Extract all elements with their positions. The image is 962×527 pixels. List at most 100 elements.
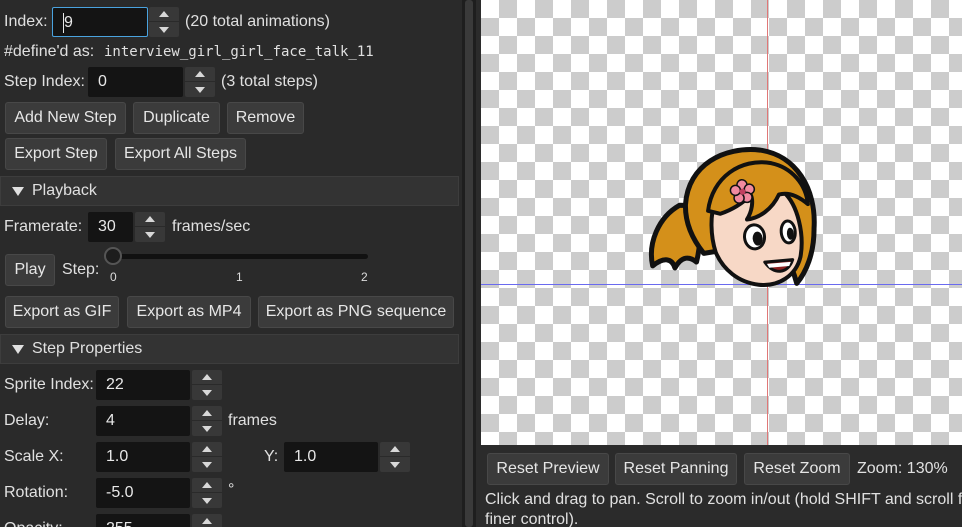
scale-y-label: Y:	[264, 448, 279, 465]
scale-y-stepper[interactable]	[380, 442, 410, 472]
sprite-index-stepper[interactable]	[192, 370, 222, 400]
delay-label: Delay:	[4, 412, 50, 429]
panel-scrollbar[interactable]	[462, 0, 476, 527]
defined-as-label: #define'd as:	[4, 43, 95, 60]
playback-section-title: Playback	[32, 182, 97, 199]
step-index-stepper[interactable]	[185, 67, 215, 97]
delay-increment-button[interactable]	[192, 406, 222, 421]
total-animations-text: (20 total animations)	[185, 13, 330, 30]
index-increment-button[interactable]	[149, 7, 179, 22]
opacity-input[interactable]: 255	[96, 514, 190, 527]
step-index-input[interactable]: 0	[88, 67, 183, 97]
export-all-steps-button[interactable]: Export All Steps	[115, 138, 246, 170]
step-index-decrement-button[interactable]	[185, 82, 215, 97]
index-label: Index:	[4, 13, 48, 30]
scale-x-decrement-button[interactable]	[192, 457, 222, 472]
index-input[interactable]: 9	[52, 7, 148, 37]
reset-zoom-button[interactable]: Reset Zoom	[744, 453, 850, 485]
arrow-down-icon	[202, 497, 212, 504]
rotation-value: -5.0	[106, 484, 134, 501]
help-text-line-1: Click and drag to pan. Scroll to zoom in…	[485, 491, 962, 508]
sprite-index-value: 22	[106, 376, 124, 393]
sprite-index-label: Sprite Index:	[4, 376, 94, 393]
add-new-step-button[interactable]: Add New Step	[5, 102, 126, 134]
arrow-down-icon	[195, 86, 205, 93]
scale-y-increment-button[interactable]	[380, 442, 410, 457]
export-png-sequence-button[interactable]: Export as PNG sequence	[258, 296, 454, 328]
opacity-value: 255	[106, 519, 133, 527]
play-button[interactable]: Play	[5, 254, 55, 286]
opacity-increment-button[interactable]	[192, 514, 222, 527]
step-properties-section-header[interactable]: Step Properties	[0, 334, 459, 364]
delay-decrement-button[interactable]	[192, 421, 222, 436]
scale-x-increment-button[interactable]	[192, 442, 222, 457]
sprite-preview-girl-face	[649, 147, 817, 287]
index-value: 9	[63, 13, 73, 33]
framerate-decrement-button[interactable]	[135, 227, 165, 242]
framerate-value: 30	[98, 218, 116, 235]
opacity-label: Opacity:	[4, 519, 63, 527]
rotation-label: Rotation:	[4, 484, 69, 501]
delay-input[interactable]: 4	[96, 406, 190, 436]
reset-panning-button[interactable]: Reset Panning	[615, 453, 737, 485]
delay-unit: frames	[228, 412, 277, 429]
framerate-unit: frames/sec	[172, 218, 251, 235]
arrow-down-icon	[202, 389, 212, 396]
arrow-up-icon	[202, 374, 212, 380]
step-index-label: Step Index:	[4, 73, 85, 90]
arrow-down-icon	[202, 461, 212, 468]
step-index-increment-button[interactable]	[185, 67, 215, 82]
editor-panel: Index: 9 (20 total animations) #define'd…	[0, 0, 462, 527]
step-slider-handle[interactable]	[104, 247, 122, 265]
scale-y-decrement-button[interactable]	[380, 457, 410, 472]
scale-y-value: 1.0	[294, 448, 317, 465]
defined-as-value: interview_girl_girl_face_talk_11	[104, 44, 374, 60]
delay-value: 4	[106, 412, 115, 429]
index-stepper[interactable]	[149, 7, 179, 37]
arrow-up-icon	[159, 11, 169, 17]
slider-tick-label: 2	[361, 270, 368, 284]
arrow-up-icon	[390, 446, 400, 452]
opacity-stepper[interactable]	[192, 514, 222, 527]
slider-tick-label: 0	[110, 270, 117, 284]
panel-scrollbar-thumb[interactable]	[465, 0, 473, 527]
framerate-input[interactable]: 30	[88, 212, 133, 242]
remove-button[interactable]: Remove	[227, 102, 304, 134]
delay-stepper[interactable]	[192, 406, 222, 436]
step-slider-label: Step:	[62, 261, 100, 278]
sprite-index-input[interactable]: 22	[96, 370, 190, 400]
playback-section-header[interactable]: Playback	[0, 176, 459, 206]
preview-controls: Reset Preview Reset Panning Reset Zoom Z…	[481, 445, 962, 527]
rotation-unit: °	[228, 481, 235, 498]
arrow-down-icon	[159, 26, 169, 33]
scale-y-input[interactable]: 1.0	[284, 442, 378, 472]
scale-x-value: 1.0	[106, 448, 129, 465]
scale-x-input[interactable]: 1.0	[96, 442, 190, 472]
export-step-button[interactable]: Export Step	[5, 138, 107, 170]
collapse-arrow-icon	[12, 187, 24, 196]
rotation-increment-button[interactable]	[192, 478, 222, 493]
scale-x-stepper[interactable]	[192, 442, 222, 472]
zoom-level-text: Zoom: 130%	[857, 460, 948, 477]
step-slider-track[interactable]	[112, 254, 368, 259]
arrow-down-icon	[145, 231, 155, 238]
arrow-up-icon	[202, 446, 212, 452]
sprite-index-increment-button[interactable]	[192, 370, 222, 385]
export-mp4-button[interactable]: Export as MP4	[127, 296, 251, 328]
rotation-decrement-button[interactable]	[192, 493, 222, 508]
framerate-increment-button[interactable]	[135, 212, 165, 227]
export-gif-button[interactable]: Export as GIF	[5, 296, 119, 328]
slider-tick-label: 1	[236, 270, 243, 284]
index-decrement-button[interactable]	[149, 22, 179, 37]
rotation-input[interactable]: -5.0	[96, 478, 190, 508]
reset-preview-button[interactable]: Reset Preview	[487, 453, 609, 485]
total-steps-text: (3 total steps)	[221, 73, 318, 90]
arrow-down-icon	[202, 425, 212, 432]
framerate-stepper[interactable]	[135, 212, 165, 242]
preview-canvas[interactable]	[481, 0, 962, 445]
arrow-up-icon	[202, 410, 212, 416]
duplicate-button[interactable]: Duplicate	[133, 102, 220, 134]
rotation-stepper[interactable]	[192, 478, 222, 508]
help-text-line-2: finer control).	[485, 511, 579, 527]
sprite-index-decrement-button[interactable]	[192, 385, 222, 400]
